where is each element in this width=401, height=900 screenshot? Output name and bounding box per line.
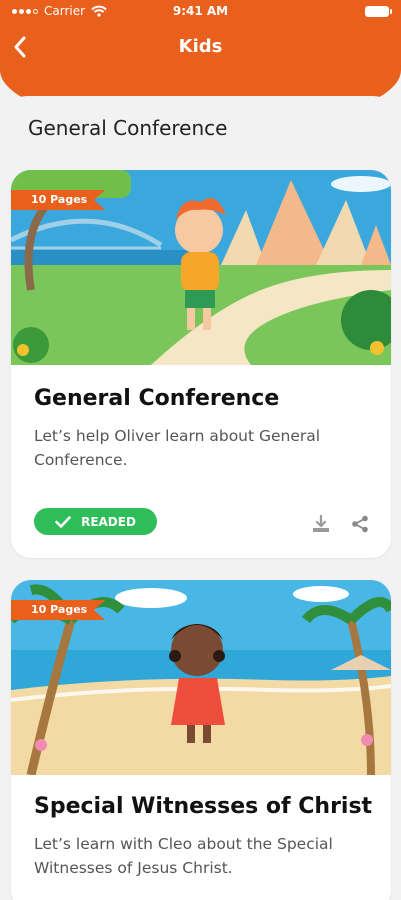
download-button[interactable] [311,514,331,538]
story-illustration: 10 Pages [11,170,391,365]
readed-badge: READED [34,508,157,535]
card-description: Let’s help Oliver learn about General Co… [34,427,321,469]
share-icon [352,515,368,533]
section-title: General Conference [28,116,228,140]
story-card[interactable]: 10 Pages Special Witnesses of Christ Let… [11,580,391,900]
card-title: General Conference [34,386,280,411]
pages-badge: 10 Pages [11,600,106,620]
readed-label: READED [81,514,136,529]
status-time: 9:41 AM [172,4,229,18]
check-icon [55,515,71,528]
share-button[interactable] [351,515,369,537]
download-icon [313,514,329,532]
story-card[interactable]: 10 Pages General Conference Let’s help O… [11,170,391,558]
status-bar: Carrier 9:41 AM [0,0,401,24]
card-title: Special Witnesses of Christ [34,794,373,819]
story-illustration: 10 Pages [11,580,391,775]
card-description: Let’s learn with Cleo about the Special … [34,835,333,877]
content-sheet: General Conference 10 Pages General Conf… [0,96,401,900]
battery-icon [365,6,392,17]
pages-badge: 10 Pages [11,190,106,210]
card-actions [311,514,369,538]
page-title: Kids [178,36,223,57]
